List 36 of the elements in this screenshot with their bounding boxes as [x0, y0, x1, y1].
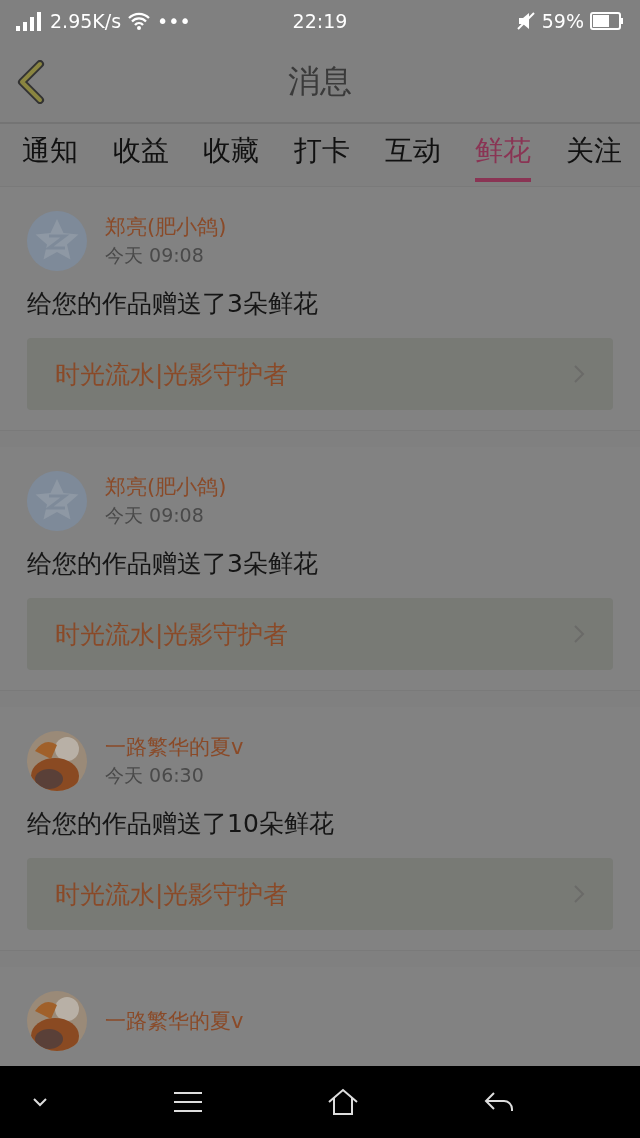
menu-icon[interactable] — [172, 1091, 203, 1113]
tab[interactable]: 鲜花 — [475, 130, 532, 182]
work-link[interactable]: 时光流水|光影守护者 — [27, 598, 613, 670]
tab[interactable]: 互动 — [384, 130, 441, 182]
timestamp: 今天 09:08 — [105, 243, 205, 268]
tab[interactable]: 收益 — [112, 130, 169, 182]
tab[interactable]: 打卡 — [293, 130, 350, 182]
back-arrow-icon[interactable] — [483, 1091, 514, 1113]
home-icon[interactable] — [327, 1088, 360, 1116]
sender-name[interactable]: 一路繁华的夏v — [105, 733, 244, 761]
page-title: 消息 — [288, 61, 352, 102]
tab[interactable]: 收藏 — [203, 130, 260, 182]
sender-name[interactable]: 一路繁华的夏v — [105, 1007, 244, 1035]
work-link[interactable]: 时光流水|光影守护者 — [27, 338, 613, 410]
tab[interactable]: 通知 — [22, 130, 78, 182]
avatar-icon — [27, 471, 87, 531]
battery-percent: 59% — [541, 10, 584, 32]
tab[interactable]: 关注 — [565, 130, 622, 182]
timestamp: 今天 06:30 — [105, 763, 205, 788]
network-speed: 2.95K/s — [50, 10, 122, 32]
sender-name[interactable]: 郑亮(肥小鸽) — [105, 473, 227, 501]
message-text: 给您的作品赠送了3朵鲜花 — [27, 288, 319, 320]
battery-icon — [590, 12, 624, 30]
timestamp: 今天 09:08 — [105, 503, 205, 528]
wifi-icon — [127, 11, 152, 31]
message-text: 给您的作品赠送了3朵鲜花 — [27, 548, 319, 580]
more-indicator: ••• — [157, 10, 191, 32]
avatar-icon — [27, 211, 87, 271]
mute-icon — [515, 11, 536, 31]
sender-name[interactable]: 郑亮(肥小鸽) — [105, 213, 227, 241]
message-text: 给您的作品赠送了10朵鲜花 — [27, 808, 335, 840]
signal-icon — [16, 11, 44, 31]
back-button[interactable] — [16, 60, 46, 104]
clock: 22:19 — [292, 10, 348, 32]
work-link[interactable]: 时光流水|光影守护者 — [27, 858, 613, 930]
chevron-down-icon[interactable] — [32, 1097, 48, 1107]
